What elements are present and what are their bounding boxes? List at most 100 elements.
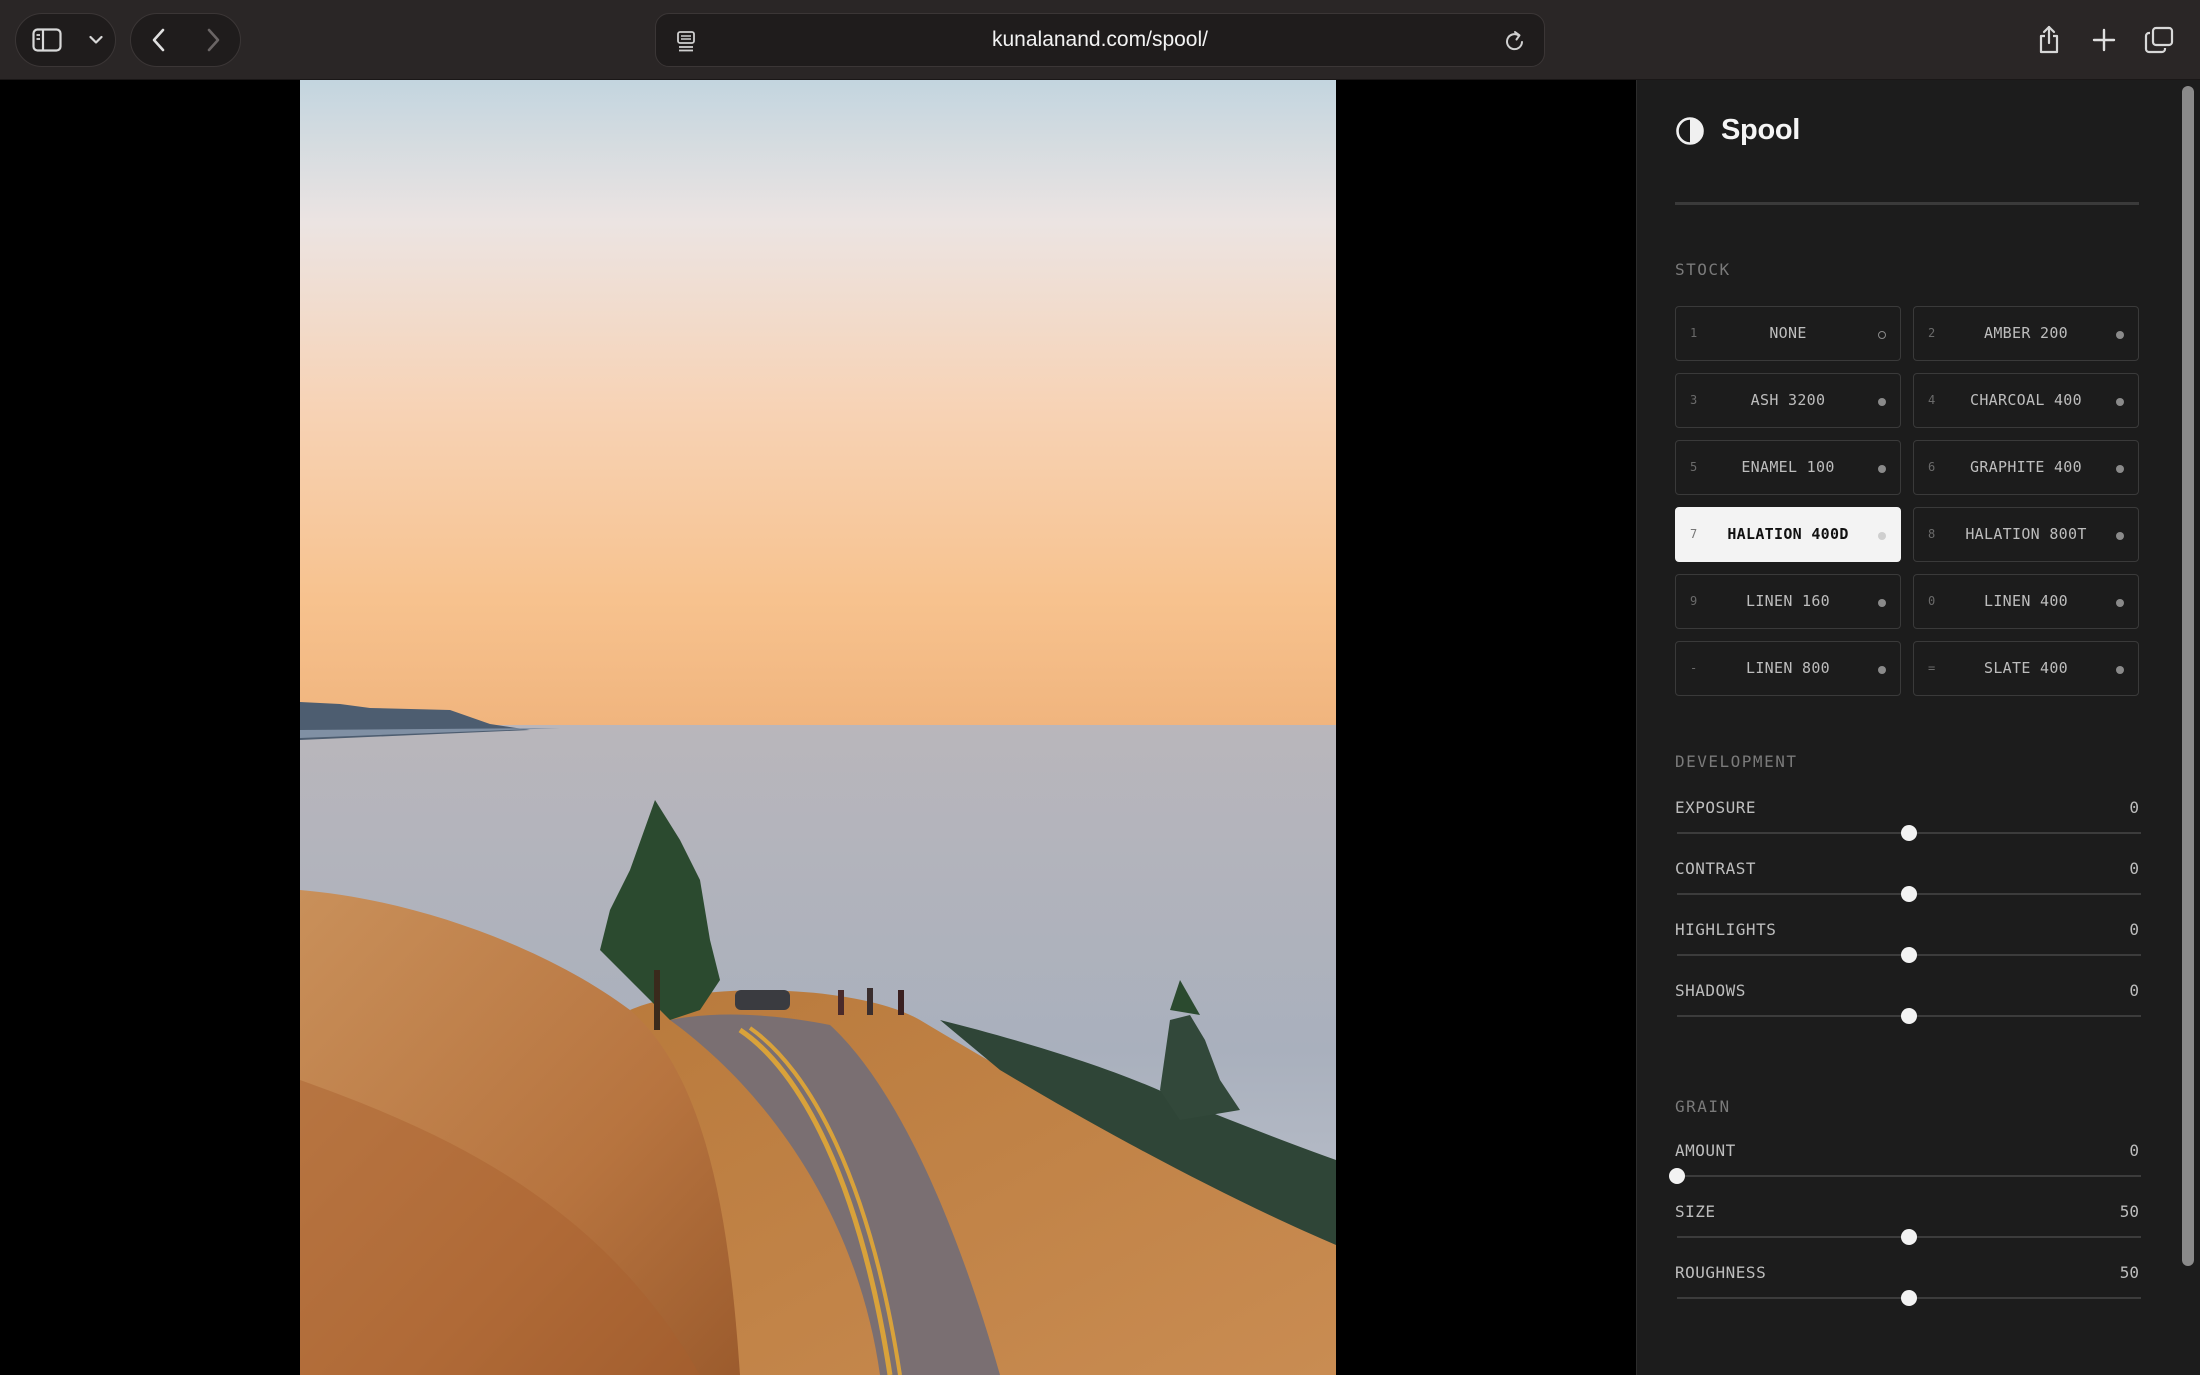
url-text[interactable]: kunalanand.com/spool/ bbox=[656, 14, 1544, 66]
stock-name: LINEN 160 bbox=[1746, 592, 1830, 610]
sidebar-toggle-button[interactable] bbox=[16, 14, 78, 66]
stock-button[interactable]: 8 HALATION 800T bbox=[1913, 507, 2139, 562]
stock-name: GRAPHITE 400 bbox=[1970, 458, 2082, 476]
slider-value: 50 bbox=[2119, 1202, 2139, 1221]
size-slider-thumb[interactable] bbox=[1901, 1229, 1917, 1245]
stock-button[interactable]: 6 GRAPHITE 400 bbox=[1913, 440, 2139, 495]
stock-indicator-dot bbox=[2116, 331, 2124, 339]
shadows-slider-row: SHADOWS 0 bbox=[1675, 981, 2141, 1041]
stock-name: LINEN 400 bbox=[1984, 592, 2068, 610]
stock-button[interactable]: 3 ASH 3200 bbox=[1675, 373, 1901, 428]
sidebar-toggle-group bbox=[15, 13, 116, 67]
stock-grid: 1 NONE 2 AMBER 200 3 ASH 3200 4 CHARCOAL 400 5 EN… bbox=[1675, 306, 2139, 696]
roughness-slider-row: ROUGHNESS 50 bbox=[1675, 1263, 2141, 1323]
exposure-slider-row: EXPOSURE 0 bbox=[1675, 798, 2141, 858]
sidebar-icon bbox=[32, 28, 62, 52]
stock-indicator-dot bbox=[1878, 599, 1886, 607]
stock-name: LINEN 800 bbox=[1746, 659, 1830, 677]
stock-name: AMBER 200 bbox=[1984, 324, 2068, 342]
stock-name: ASH 3200 bbox=[1750, 391, 1826, 409]
roughness-slider-track[interactable] bbox=[1677, 1290, 2141, 1306]
slider-value: 50 bbox=[2119, 1263, 2139, 1282]
stock-button[interactable]: 5 ENAMEL 100 bbox=[1675, 440, 1901, 495]
stock-button[interactable]: = SLATE 400 bbox=[1913, 641, 2139, 696]
slider-label: SIZE bbox=[1675, 1202, 1716, 1221]
stock-button[interactable]: - LINEN 800 bbox=[1675, 641, 1901, 696]
exposure-slider-track[interactable] bbox=[1677, 825, 2141, 841]
tab-overview-button[interactable] bbox=[2131, 18, 2186, 62]
forward-icon bbox=[207, 28, 220, 52]
controls-sidebar: Spool STOCK 1 NONE 2 AMBER 200 3 ASH 3200 4 CHA… bbox=[1636, 80, 2200, 1375]
stock-button[interactable]: 9 LINEN 160 bbox=[1675, 574, 1901, 629]
address-bar[interactable]: kunalanand.com/spool/ bbox=[655, 13, 1545, 67]
app-title: Spool bbox=[1721, 114, 1801, 146]
tab-group-menu-button[interactable] bbox=[78, 14, 114, 66]
stock-indicator-dot bbox=[2116, 532, 2124, 540]
stock-name: ENAMEL 100 bbox=[1741, 458, 1835, 476]
highlights-slider-row: HIGHLIGHTS 0 bbox=[1675, 920, 2141, 980]
highlights-slider-track[interactable] bbox=[1677, 947, 2141, 963]
slider-value: 0 bbox=[2129, 981, 2139, 1000]
amount-slider-row: AMOUNT 0 bbox=[1669, 1141, 2141, 1201]
app-brand: Spool bbox=[1675, 114, 1800, 147]
stock-name: SLATE 400 bbox=[1984, 659, 2068, 677]
exposure-slider-thumb[interactable] bbox=[1901, 825, 1917, 841]
stock-indicator-dot bbox=[1878, 465, 1886, 473]
stock-indicator-dot bbox=[2116, 599, 2124, 607]
sidebar-scrollbar[interactable] bbox=[2182, 86, 2194, 1266]
share-icon bbox=[2039, 25, 2058, 54]
stock-name: HALATION 400D bbox=[1727, 525, 1849, 543]
roughness-slider-thumb[interactable] bbox=[1901, 1290, 1917, 1306]
forward-button[interactable] bbox=[187, 14, 239, 66]
stock-button[interactable]: 4 CHARCOAL 400 bbox=[1913, 373, 2139, 428]
amount-slider-track[interactable] bbox=[1669, 1168, 2141, 1184]
slider-label: EXPOSURE bbox=[1675, 798, 1757, 817]
header-divider bbox=[1675, 202, 2139, 205]
development-section-label: DEVELOPMENT bbox=[1675, 752, 1798, 771]
shadows-slider-thumb[interactable] bbox=[1901, 1008, 1917, 1024]
stock-button[interactable]: 2 AMBER 200 bbox=[1913, 306, 2139, 361]
stock-name: NONE bbox=[1769, 324, 1807, 342]
reload-icon[interactable] bbox=[1504, 29, 1526, 58]
size-slider-track[interactable] bbox=[1677, 1229, 2141, 1245]
back-button[interactable] bbox=[131, 14, 187, 66]
contrast-slider-thumb[interactable] bbox=[1901, 886, 1917, 902]
stock-indicator-dot bbox=[2116, 666, 2124, 674]
grain-section-label: GRAIN bbox=[1675, 1097, 1731, 1116]
stock-indicator-dot bbox=[1878, 331, 1886, 339]
slider-label: ROUGHNESS bbox=[1675, 1263, 1767, 1282]
contrast-slider-track[interactable] bbox=[1677, 886, 2141, 902]
stock-indicator-dot bbox=[1878, 532, 1886, 540]
contrast-slider-row: CONTRAST 0 bbox=[1675, 859, 2141, 919]
size-slider-row: SIZE 50 bbox=[1675, 1202, 2141, 1262]
highlights-slider-thumb[interactable] bbox=[1901, 947, 1917, 963]
stock-button[interactable]: 7 HALATION 400D bbox=[1675, 507, 1901, 562]
stock-button[interactable]: 1 NONE bbox=[1675, 306, 1901, 361]
back-icon bbox=[152, 28, 165, 52]
slider-label: HIGHLIGHTS bbox=[1675, 920, 1777, 939]
shadows-slider-track[interactable] bbox=[1677, 1008, 2141, 1024]
slider-value: 0 bbox=[2129, 1141, 2139, 1160]
stock-indicator-dot bbox=[2116, 465, 2124, 473]
half-circle-icon bbox=[1676, 116, 1704, 145]
chevron-down-icon bbox=[89, 35, 103, 44]
slider-label: SHADOWS bbox=[1675, 981, 1746, 1000]
navigation-group bbox=[130, 13, 241, 67]
share-button[interactable] bbox=[2021, 18, 2076, 62]
stock-indicator-dot bbox=[1878, 398, 1886, 406]
photo-viewer bbox=[0, 80, 1636, 1375]
slider-value: 0 bbox=[2129, 920, 2139, 939]
tabs-icon bbox=[2144, 26, 2173, 54]
preview-photo bbox=[300, 80, 1336, 1375]
stock-name: CHARCOAL 400 bbox=[1970, 391, 2082, 409]
slider-value: 0 bbox=[2129, 798, 2139, 817]
stock-indicator-dot bbox=[1878, 666, 1886, 674]
slider-label: AMOUNT bbox=[1675, 1141, 1736, 1160]
new-tab-button[interactable] bbox=[2076, 18, 2131, 62]
amount-slider-thumb[interactable] bbox=[1669, 1168, 1685, 1184]
browser-toolbar: kunalanand.com/spool/ bbox=[0, 0, 2200, 80]
stock-button[interactable]: 0 LINEN 400 bbox=[1913, 574, 2139, 629]
slider-label: CONTRAST bbox=[1675, 859, 1757, 878]
stock-name: HALATION 800T bbox=[1965, 525, 2087, 543]
stock-section-label: STOCK bbox=[1675, 260, 1731, 279]
